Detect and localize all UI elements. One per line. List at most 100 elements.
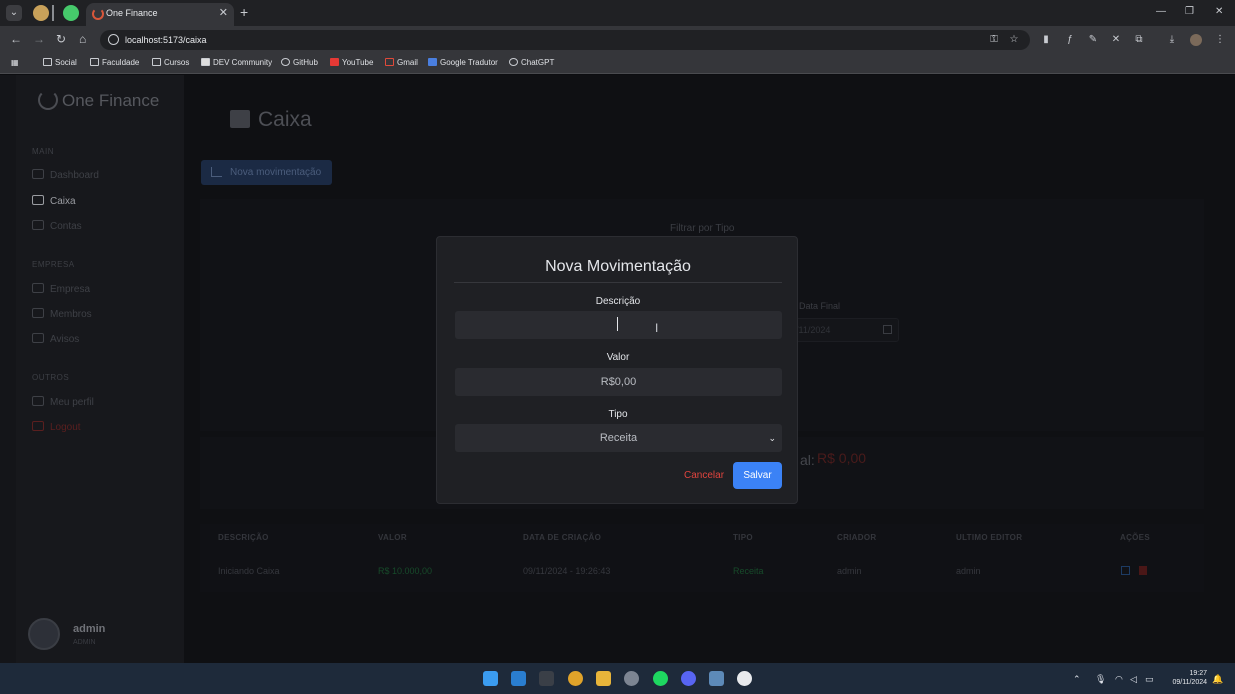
profile-avatar-icon[interactable] [1190,34,1202,46]
url-text[interactable]: localhost:5173/caixa [125,35,207,45]
table-header: DATA DE CRIAÇÃO [523,533,602,542]
notification-bell-icon[interactable]: 🔔 [1212,674,1223,685]
key-icon[interactable]: ⚿ [988,34,1000,46]
mail-icon [32,333,44,343]
bookmark-gmail[interactable]: Gmail [385,58,418,67]
bookmark-chatgpt[interactable]: ChatGPT [509,58,554,67]
valor-label: Valor [606,352,630,363]
tab-separator [52,5,54,21]
bookmark-dev-community[interactable]: DEV Community [201,58,272,67]
sidebar-item-logout[interactable]: Logout [32,421,81,433]
sidebar-item-caixa[interactable]: Caixa [32,195,76,207]
cancel-button[interactable]: Cancelar [684,470,724,481]
user-role: ADMIN [73,639,96,646]
sidebar-item-dashboard[interactable]: Dashboard [32,169,99,181]
terminal-icon[interactable] [539,671,554,686]
omnibox[interactable]: localhost:5173/caixa ⚿ ☆ [100,30,1030,50]
sidebar-item-contas[interactable]: Contas [32,220,82,232]
avatar[interactable] [28,618,60,650]
close-window-button[interactable]: ✕ [1215,6,1223,17]
extension-icon[interactable]: ✕ [1110,34,1122,46]
page-title: Caixa [230,108,312,132]
chevron-up-icon[interactable]: ⌃ [1073,674,1081,685]
menu-dots-icon[interactable]: ⋮ [1214,34,1226,46]
chart-icon [211,167,222,177]
settings-icon[interactable] [624,671,639,686]
section-outros: OUTROS [32,373,70,382]
vscode-icon[interactable] [511,671,526,686]
text-caret [617,317,618,331]
bookmark-github[interactable]: GitHub [281,58,318,67]
tipo-selected-value: Receita [599,432,638,444]
discord-icon[interactable] [681,671,696,686]
download-icon[interactable]: ⤓ [1166,34,1178,46]
clock-date: 09/11/2024 [1172,679,1207,686]
sidebar-item-meu-perfil[interactable]: Meu perfil [32,396,94,408]
sidebar-item-avisos[interactable]: Avisos [32,333,79,345]
chrome-icon[interactable] [568,671,583,686]
date-final-input[interactable]: /11/2024 [789,318,899,342]
restore-button[interactable]: ❐ [1185,6,1194,17]
edit-icon[interactable] [1121,566,1130,575]
movements-table [200,524,1204,592]
mic-icon[interactable]: 🎙 [1095,674,1106,685]
bookmark-cursos[interactable]: Cursos [152,58,189,67]
descricao-input[interactable] [455,311,782,339]
power-logo-icon [38,90,58,110]
clock[interactable]: 19:27 09/11/2024 [1160,669,1207,687]
minimize-button[interactable]: — [1156,6,1166,17]
modal-title: Nova Movimentação [545,258,691,275]
bookmarks-bar: ▦ Social Faculdade Cursos DEV Community … [0,54,1235,74]
app-icon[interactable] [709,671,724,686]
battery-icon[interactable]: ▭ [1145,674,1154,685]
github-icon [281,58,290,66]
apps-grid-icon[interactable]: ▦ [11,58,19,67]
descricao-label: Descrição [595,296,641,307]
tab-one-finance[interactable]: One Finance ✕ [86,3,234,26]
forward-icon[interactable]: → [33,32,45,46]
clock-time: 19:27 [1189,670,1207,677]
sidebar-item-empresa[interactable]: Empresa [32,283,90,295]
new-movement-button[interactable]: Nova movimentação [201,160,332,185]
calendar-icon[interactable] [883,325,892,334]
table-header: ULTIMO EDITOR [956,533,1023,542]
extension-icon[interactable]: ƒ [1064,34,1076,46]
tab-title: One Finance [106,8,158,18]
tab-search-button[interactable]: ⌄ [6,5,22,21]
wifi-icon[interactable]: ◠ [1115,674,1123,685]
table-cell: admin [837,566,862,576]
bookmark-google-tradutor[interactable]: Google Tradutor [428,58,498,67]
app-icon[interactable] [737,671,752,686]
spotify-icon[interactable] [653,671,668,686]
close-tab-icon[interactable]: ✕ [219,6,228,19]
valor-input[interactable]: R$0,00 [455,368,782,396]
volume-icon[interactable]: ◁ [1130,674,1137,685]
sidebar-item-membros[interactable]: Membros [32,308,92,320]
puzzle-icon[interactable]: ⧉ [1133,34,1145,46]
extension-icon[interactable]: ✎ [1087,34,1099,46]
bookmark-faculdade[interactable]: Faculdade [90,58,139,67]
pinned-tab-icon[interactable] [33,5,49,21]
file-explorer-icon[interactable] [596,671,611,686]
bookmark-social[interactable]: Social [43,58,77,67]
tipo-select[interactable]: Receita ⌄ [455,424,782,452]
home-icon[interactable]: ⌂ [79,32,86,46]
table-header: AÇÕES [1120,533,1150,542]
extension-icon[interactable]: ▮ [1040,34,1052,46]
site-info-icon[interactable] [108,34,119,45]
section-main: MAIN [32,147,54,156]
star-icon[interactable]: ☆ [1008,34,1020,46]
chevron-down-icon: ⌄ [768,433,776,443]
windows-start-icon[interactable] [483,671,498,686]
folder-icon [43,58,52,66]
new-movement-modal: Nova Movimentação Descrição I Valor R$0,… [436,236,798,504]
gmail-icon [385,58,394,66]
trash-icon[interactable] [1139,566,1147,575]
pinned-tab-icon[interactable] [63,5,79,21]
reload-icon[interactable]: ↻ [56,32,66,46]
save-button[interactable]: Salvar [733,462,782,489]
tipo-label: Tipo [608,409,628,420]
bookmark-youtube[interactable]: YouTube [330,58,373,67]
back-icon[interactable]: ← [10,32,22,46]
new-tab-button[interactable]: + [240,4,248,20]
